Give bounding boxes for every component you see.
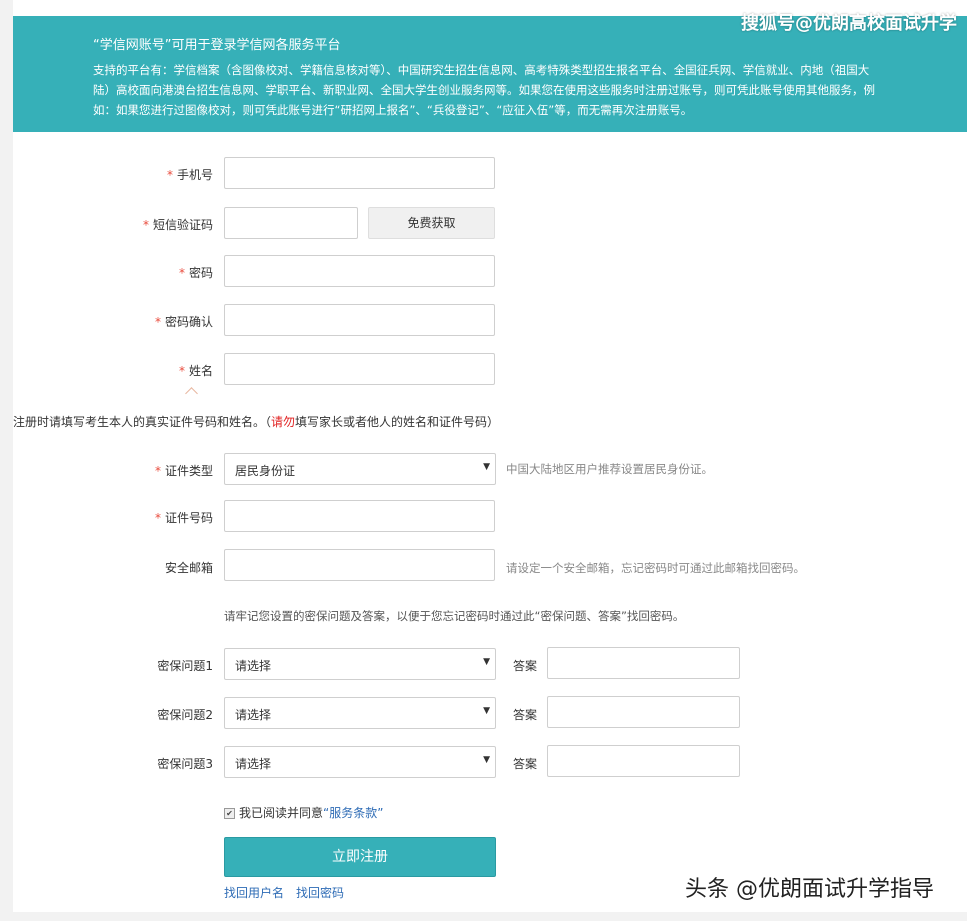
name-label: * 姓名 xyxy=(179,362,213,379)
answer-2-input[interactable] xyxy=(547,696,740,728)
password-input[interactable] xyxy=(224,255,495,287)
phone-label: * 手机号 xyxy=(167,166,213,183)
sms-code-label-text: 短信验证码 xyxy=(152,218,213,232)
agree-terms: ✔ 我已阅读并同意“服务条款” xyxy=(224,804,383,821)
email-input[interactable] xyxy=(224,549,495,581)
id-type-select[interactable]: 居民身份证 ▼ xyxy=(224,453,496,485)
id-type-value: 居民身份证 xyxy=(235,464,296,478)
security-question-3-select[interactable]: 请选择 ▼ xyxy=(224,746,496,778)
answer-3-input[interactable] xyxy=(547,745,740,777)
registration-page: “学信网账号”可用于登录学信网各服务平台 支持的平台有：学信档案（含图像校对、学… xyxy=(13,0,967,912)
required-mark: * xyxy=(154,315,161,329)
password-label: * 密码 xyxy=(179,264,213,281)
required-mark: * xyxy=(178,364,185,378)
security-question-2-select[interactable]: 请选择 ▼ xyxy=(224,697,496,729)
password-confirm-input[interactable] xyxy=(224,304,495,336)
password-confirm-label-text: 密码确认 xyxy=(164,315,213,329)
sms-code-row: * 短信验证码 xyxy=(13,207,213,241)
security-question-2-label: 密保问题2 xyxy=(157,708,213,722)
id-type-hint: 中国大陆地区用户推荐设置居民身份证。 xyxy=(506,462,713,476)
identity-notice: 注册时请填写考生本人的真实证件号码和姓名。（请勿填写家长或者他人的姓名和证件号码… xyxy=(13,413,499,430)
banner-title: “学信网账号”可用于登录学信网各服务平台 xyxy=(93,38,341,53)
dropdown-arrow-icon: ▼ xyxy=(483,657,490,667)
account-recovery-links: 找回用户名 找回密码 xyxy=(224,884,356,901)
id-type-label-text: 证件类型 xyxy=(164,464,213,478)
dropdown-arrow-icon: ▼ xyxy=(483,755,490,765)
answer-1-input[interactable] xyxy=(547,647,740,679)
email-hint: 请设定一个安全邮箱，忘记密码时可通过此邮箱找回密码。 xyxy=(506,561,805,575)
answer-3-label: 答案 xyxy=(513,757,538,771)
security-question-1-label: 密保问题1 xyxy=(157,659,213,673)
name-input[interactable] xyxy=(224,353,495,385)
find-password-link[interactable]: 找回密码 xyxy=(296,886,344,900)
required-mark: * xyxy=(154,464,161,478)
security-question-notice: 请牢记您设置的密保问题及答案，以便于您忘记密码时通过此“密保问题、答案”找回密码… xyxy=(224,609,685,623)
security-question-2-row: 密保问题2 xyxy=(13,697,213,731)
password-row: * 密码 xyxy=(13,255,213,289)
email-label: 安全邮箱 xyxy=(164,561,213,575)
answer-2-label: 答案 xyxy=(513,708,538,722)
required-mark: * xyxy=(178,266,185,280)
phone-input[interactable] xyxy=(224,157,495,189)
security-question-2-value: 请选择 xyxy=(235,708,272,722)
email-row: 安全邮箱 xyxy=(13,550,213,584)
id-number-row: * 证件号码 xyxy=(13,500,213,534)
phone-row: * 手机号 xyxy=(13,157,213,191)
notice-text-after: 填写家长或者他人的姓名和证件号码） xyxy=(295,415,500,429)
find-username-link[interactable]: 找回用户名 xyxy=(224,886,284,900)
password-confirm-row: * 密码确认 xyxy=(13,304,213,338)
id-type-label: * 证件类型 xyxy=(155,462,213,479)
dropdown-arrow-icon: ▼ xyxy=(483,462,490,472)
get-sms-code-button[interactable]: 免费获取 xyxy=(368,207,495,239)
terms-link[interactable]: “服务条款” xyxy=(323,806,383,820)
security-question-1-select[interactable]: 请选择 ▼ xyxy=(224,648,496,680)
required-mark: * xyxy=(166,168,173,182)
security-question-3-row: 密保问题3 xyxy=(13,746,213,780)
security-question-3-value: 请选择 xyxy=(235,757,272,771)
id-number-label: * 证件号码 xyxy=(155,509,213,526)
security-question-3-label: 密保问题3 xyxy=(157,757,213,771)
watermark-top: 搜狐号@优朗高校面试升学 xyxy=(741,13,957,34)
password-confirm-label: * 密码确认 xyxy=(155,313,213,330)
dropdown-arrow-icon: ▼ xyxy=(483,706,490,716)
name-label-text: 姓名 xyxy=(188,364,213,378)
notice-text-warning: 请勿 xyxy=(271,415,296,429)
name-row: * 姓名 xyxy=(13,353,213,387)
security-question-1-value: 请选择 xyxy=(235,659,272,673)
answer-1-label: 答案 xyxy=(513,659,538,673)
notice-text-before: 注册时请填写考生本人的真实证件号码和姓名。（ xyxy=(13,415,272,429)
register-button[interactable]: 立即注册 xyxy=(224,837,496,877)
password-label-text: 密码 xyxy=(188,266,213,280)
required-mark: * xyxy=(154,511,161,525)
id-number-label-text: 证件号码 xyxy=(164,511,213,525)
tooltip-caret-icon xyxy=(185,387,198,400)
required-mark: * xyxy=(142,218,149,232)
id-number-input[interactable] xyxy=(224,500,495,532)
id-type-row: * 证件类型 xyxy=(13,453,213,487)
phone-label-text: 手机号 xyxy=(176,168,213,182)
sms-code-label: * 短信验证码 xyxy=(143,216,213,233)
banner-description: 支持的平台有：学信档案（含图像校对、学籍信息核对等）、中国研究生招生信息网、高考… xyxy=(93,63,875,117)
sms-code-input[interactable] xyxy=(224,207,358,239)
agree-checkbox[interactable]: ✔ xyxy=(224,808,235,819)
watermark-bottom: 头条 @优朗面试升学指导 xyxy=(685,877,934,902)
security-question-1-row: 密保问题1 xyxy=(13,648,213,682)
agree-text: 我已阅读并同意 xyxy=(239,806,324,820)
